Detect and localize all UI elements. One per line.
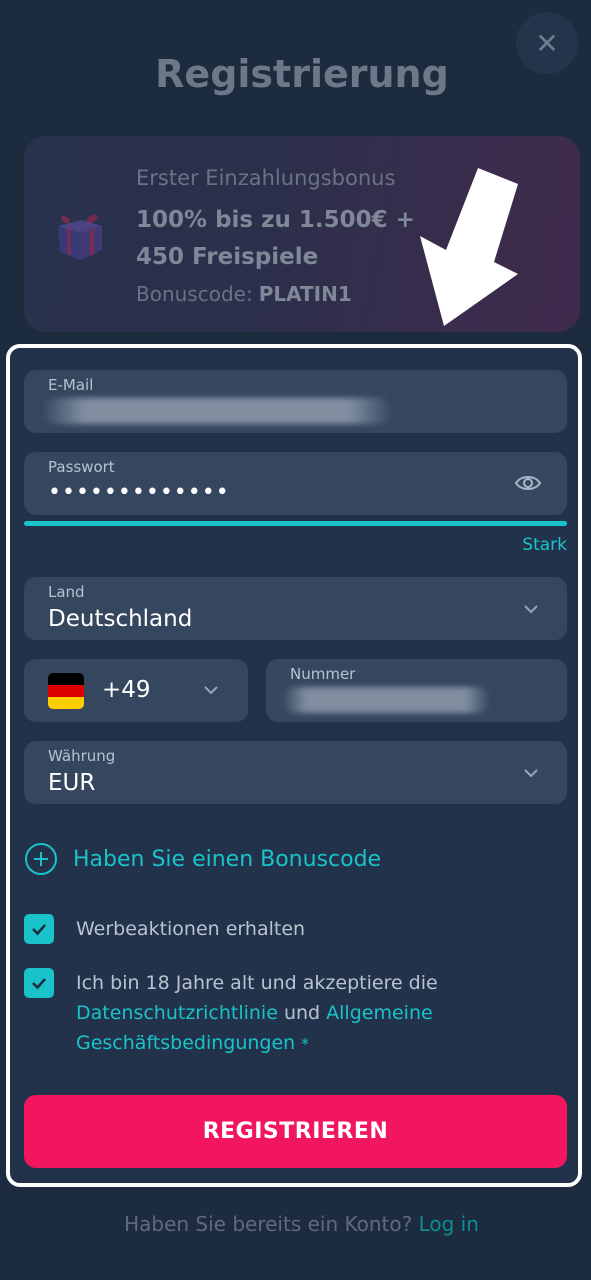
checkmark-icon [32,978,46,990]
germany-flag-icon [48,673,84,709]
bonus-code-value: PLATIN1 [258,282,352,306]
terms-text: Ich bin 18 Jahre alt und akzeptiere die [76,972,438,994]
registration-screen: ✕ Registrierung Erster Einzahlungsbonus … [0,0,591,1280]
bonus-code: Bonuscode: PLATIN1 [136,282,352,306]
phone-number-label: Nummer [290,665,356,683]
bonus-heading: Erster Einzahlungsbonus [136,166,396,190]
currency-label: Währung [48,747,116,765]
phone-number-field[interactable]: Nummer [266,659,567,722]
country-label: Land [48,583,85,601]
phone-code-select[interactable]: +49 [24,659,248,722]
gift-icon [58,214,102,260]
login-prompt: Haben Sie bereits ein Konto? Log in [0,1212,591,1236]
password-value: ••••••••••••• [48,480,230,505]
email-value-redacted [42,398,392,424]
phone-code-value: +49 [102,677,151,703]
terms-checkbox-label: Ich bin 18 Jahre alt und akzeptiere die … [76,968,546,1059]
privacy-policy-link[interactable]: Datenschutzrichtlinie [76,1002,278,1024]
password-strength-bar [24,521,567,526]
currency-select[interactable]: Währung EUR [24,741,567,804]
register-button[interactable]: REGISTRIEREN [24,1095,567,1168]
password-strength-label: Stark [522,535,567,555]
email-label: E-Mail [48,376,94,394]
login-question: Haben Sie bereits ein Konto? [124,1212,413,1236]
bonus-code-toggle-label: Haben Sie einen Bonuscode [73,846,382,872]
terms-checkbox[interactable] [24,968,54,998]
promotions-checkbox[interactable] [24,914,54,944]
password-field[interactable]: Passwort ••••••••••••• [24,452,567,515]
promotions-checkbox-label: Werbeaktionen erhalten [76,918,306,940]
password-label: Passwort [48,458,115,476]
country-value: Deutschland [48,606,193,632]
eye-icon[interactable] [514,472,542,494]
email-field[interactable]: E-Mail [24,370,567,433]
arrow-annotation-icon [420,168,518,326]
plus-circle-icon [25,843,57,875]
checkmark-icon [32,924,46,936]
bonus-code-label: Bonuscode: [136,282,253,306]
phone-number-redacted [282,687,490,713]
terms-joiner: und [283,1002,321,1024]
currency-value: EUR [48,770,96,796]
bonus-code-toggle[interactable]: Haben Sie einen Bonuscode [24,842,381,876]
chevron-down-icon [204,686,218,695]
required-marker: * [301,1035,309,1053]
country-select[interactable]: Land Deutschland [24,577,567,640]
page-title: Registrierung [155,52,449,96]
login-link[interactable]: Log in [419,1212,479,1236]
chevron-down-icon [524,605,538,614]
chevron-down-icon [524,769,538,778]
